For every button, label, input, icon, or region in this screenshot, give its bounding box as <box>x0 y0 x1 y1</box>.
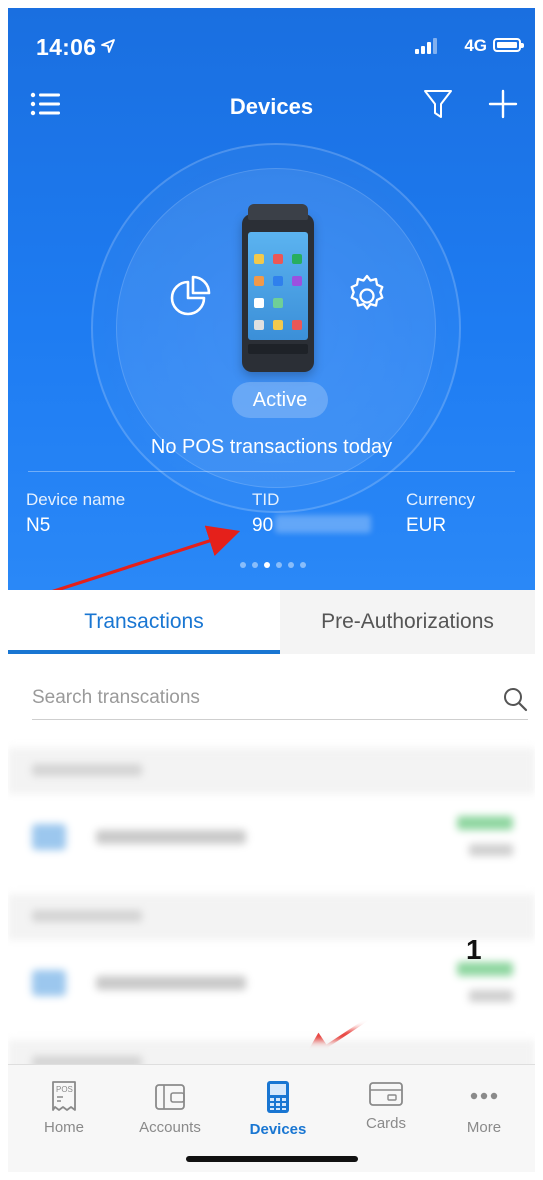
svg-text:POS: POS <box>56 1085 73 1094</box>
transaction-list <box>8 748 535 1086</box>
transaction-time-redacted <box>469 990 513 1002</box>
transaction-amount-redacted <box>457 816 513 830</box>
nav-cards[interactable]: Cards <box>334 1073 438 1151</box>
transaction-title-redacted <box>96 830 246 844</box>
transaction-time-redacted <box>469 844 513 856</box>
card-icon <box>32 970 66 996</box>
more-dots-icon <box>470 1092 498 1100</box>
pos-receipt-icon: POS <box>52 1081 76 1111</box>
card-icon <box>32 824 66 850</box>
nav-label: More <box>466 1119 502 1136</box>
nav-devices[interactable]: Devices <box>226 1073 330 1151</box>
search-input[interactable] <box>32 678 472 718</box>
phone-screen: 14:06 4G Devices Active No POS transacti… <box>8 8 535 1172</box>
tab-pre-authorizations[interactable]: Pre-Authorizations <box>280 590 535 654</box>
pos-terminal-icon <box>267 1081 289 1113</box>
nav-label: Accounts <box>139 1119 201 1136</box>
date-separator <box>8 748 535 794</box>
home-indicator <box>186 1156 358 1162</box>
date-separator <box>8 894 535 940</box>
nav-label: Cards <box>365 1115 406 1132</box>
nav-label: Devices <box>249 1121 307 1138</box>
transaction-title-redacted <box>96 976 246 990</box>
tab-transactions[interactable]: Transactions <box>8 590 280 654</box>
card-icon <box>369 1082 403 1106</box>
annotation-number-1: 1 <box>466 934 482 965</box>
search-icon[interactable] <box>502 686 528 712</box>
nav-label: Home <box>43 1119 84 1136</box>
nav-more[interactable]: More <box>432 1073 535 1151</box>
nav-home[interactable]: POS Home <box>12 1073 116 1151</box>
list-item[interactable] <box>8 794 535 884</box>
wallet-icon <box>155 1084 185 1110</box>
list-item[interactable] <box>8 940 535 1030</box>
search-bar <box>32 678 528 720</box>
nav-accounts[interactable]: Accounts <box>118 1073 222 1151</box>
tab-selected-underline <box>8 650 280 654</box>
tab-bar: Transactions Pre-Authorizations <box>8 590 535 654</box>
